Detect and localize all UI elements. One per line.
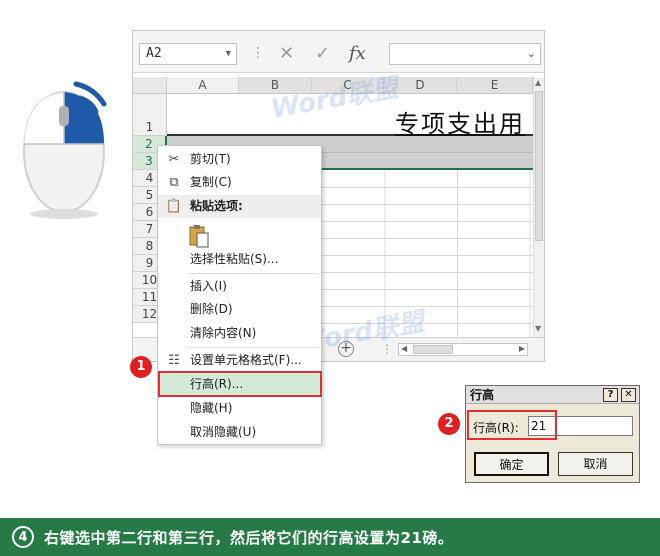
- add-sheet-icon[interactable]: +: [338, 341, 354, 357]
- row-height-label: 行高(R):: [473, 421, 519, 435]
- column-header-c[interactable]: C: [312, 77, 384, 94]
- paste-icon[interactable]: [189, 224, 209, 248]
- name-box[interactable]: A2 ▼: [139, 43, 237, 65]
- scissors-icon: ✂: [168, 152, 180, 167]
- horizontal-scroll-thumb[interactable]: [413, 345, 453, 354]
- drag-handle-icon[interactable]: ⋮: [381, 342, 393, 356]
- formula-input[interactable]: ⌄: [389, 43, 541, 65]
- insert-function-icon[interactable]: fx: [349, 43, 366, 64]
- vertical-scroll-thumb[interactable]: [535, 91, 543, 241]
- menu-item-label: 删除(D): [190, 302, 233, 316]
- help-icon[interactable]: ?: [603, 388, 618, 402]
- step-number: 4: [12, 526, 34, 548]
- chevron-down-icon[interactable]: ▼: [226, 44, 231, 64]
- menu-item-paste-special[interactable]: 选择性粘贴(S)...: [158, 248, 321, 271]
- menu-item-unhide[interactable]: 取消隐藏(U): [158, 421, 321, 444]
- row-height-input[interactable]: 21: [528, 416, 633, 436]
- cancel-button[interactable]: 取消: [558, 452, 633, 476]
- mouse-illustration: [23, 81, 107, 219]
- step-badge-1: 1: [130, 356, 152, 378]
- scroll-right-icon[interactable]: ▶: [519, 344, 525, 353]
- title-cell[interactable]: 专项支出用: [167, 94, 533, 138]
- row-header-1[interactable]: 1: [133, 94, 167, 136]
- clipboard-icon: 📋: [165, 199, 183, 214]
- menu-item-insert[interactable]: 插入(I): [158, 275, 321, 298]
- menu-item-label: 隐藏(H): [190, 401, 233, 415]
- expand-formula-icon[interactable]: ⌄: [527, 47, 536, 60]
- instruction-text: 右键选中第二行和第三行，然后将它们的行高设置为21磅。: [44, 529, 454, 547]
- menu-item-hide[interactable]: 隐藏(H): [158, 397, 321, 420]
- instruction-banner: 4 右键选中第二行和第三行，然后将它们的行高设置为21磅。: [0, 518, 660, 556]
- menu-header-paste-options: 📋 粘贴选项:: [158, 195, 321, 218]
- formula-bar: A2 ▼ ⋮ ✕ ✓ fx ⌄: [133, 31, 544, 73]
- menu-item-clear-contents[interactable]: 清除内容(N): [158, 322, 321, 345]
- menu-item-label: 清除内容(N): [190, 326, 257, 340]
- menu-item-row-height[interactable]: 行高(R)...: [158, 373, 321, 396]
- scroll-down-icon[interactable]: ▼: [535, 324, 541, 333]
- step-badge-2: 2: [438, 413, 460, 435]
- enter-formula-icon[interactable]: ✓: [315, 43, 330, 64]
- cancel-formula-icon[interactable]: ✕: [279, 43, 294, 64]
- menu-item-label: 取消隐藏(U): [190, 425, 257, 439]
- column-header-d[interactable]: D: [384, 77, 457, 94]
- menu-item-label: 粘贴选项:: [190, 199, 243, 213]
- menu-item-label: 设置单元格格式(F)...: [190, 353, 302, 367]
- menu-item-label: 复制(C): [190, 175, 232, 189]
- vertical-scrollbar[interactable]: ▲ ▼: [533, 77, 544, 337]
- context-menu: ✂ 剪切(T) ⧉ 复制(C) 📋 粘贴选项: 选择性粘贴(S)... 插入(I…: [157, 145, 322, 445]
- select-all-corner[interactable]: [133, 77, 167, 94]
- scroll-up-icon[interactable]: ▲: [535, 78, 541, 87]
- menu-item-copy[interactable]: ⧉ 复制(C): [158, 171, 321, 194]
- menu-separator: [188, 347, 318, 348]
- close-icon[interactable]: ✕: [621, 388, 636, 402]
- column-header-b[interactable]: B: [239, 77, 312, 94]
- ok-button[interactable]: 确定: [474, 452, 549, 476]
- copy-icon: ⧉: [169, 175, 179, 190]
- menu-item-label: 剪切(T): [190, 152, 231, 166]
- name-box-value: A2: [146, 46, 162, 61]
- menu-item-format-cells[interactable]: ☷ 设置单元格格式(F)...: [158, 349, 321, 372]
- menu-item-label: 行高(R)...: [190, 377, 244, 391]
- menu-item-label: 选择性粘贴(S)...: [190, 252, 279, 266]
- sheet-title-text: 专项支出用: [395, 110, 525, 138]
- row-height-dialog: 行高 ? ✕ 行高(R): 21 确定 取消: [465, 385, 640, 483]
- menu-item-delete[interactable]: 删除(D): [158, 298, 321, 321]
- menu-item-cut[interactable]: ✂ 剪切(T): [158, 148, 321, 171]
- menu-item-label: 插入(I): [190, 279, 227, 293]
- scroll-left-icon[interactable]: ◀: [401, 344, 407, 353]
- format-cells-icon: ☷: [168, 353, 180, 368]
- drag-handle-icon[interactable]: ⋮: [251, 45, 265, 61]
- column-header-a[interactable]: A: [167, 77, 239, 94]
- menu-separator: [188, 273, 318, 274]
- column-header-e[interactable]: E: [457, 77, 533, 94]
- horizontal-scrollbar[interactable]: ◀ ▶: [398, 343, 528, 356]
